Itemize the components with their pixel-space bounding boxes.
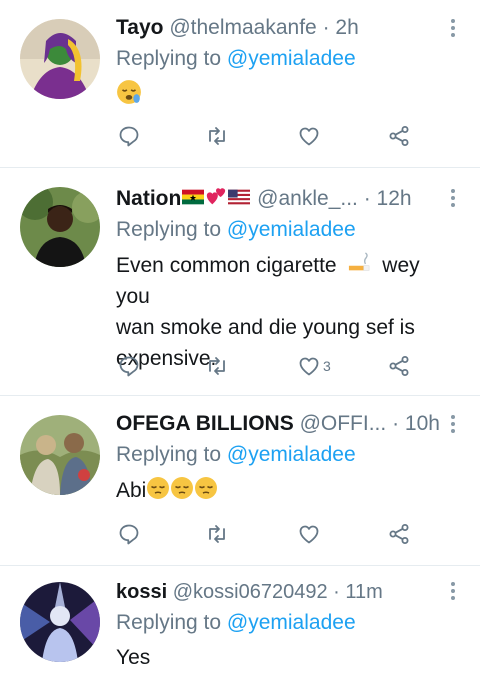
avatar[interactable]: [20, 187, 100, 267]
like-button[interactable]: 3: [297, 351, 331, 381]
pensive-face-emoji: [171, 477, 194, 499]
timestamp[interactable]: · 11m: [333, 581, 383, 603]
tweet-text: Abi: [116, 475, 456, 506]
retweet-button[interactable]: [205, 519, 229, 549]
retweet-icon: [209, 127, 225, 145]
mention-link[interactable]: @yemialadee: [227, 218, 356, 241]
reply-button[interactable]: [117, 351, 141, 381]
share-button[interactable]: [387, 121, 411, 151]
mention-link[interactable]: @yemialadee: [227, 611, 356, 634]
avatar[interactable]: [20, 415, 100, 495]
retweet-button[interactable]: [205, 351, 229, 381]
display-name[interactable]: kossi: [116, 581, 167, 603]
tweet-tayo[interactable]: Tayo @thelmaakanfe · 2h Replying to @yem…: [0, 0, 480, 168]
mention-link[interactable]: @yemialadee: [227, 443, 356, 466]
like-count: 3: [323, 358, 331, 374]
avatar[interactable]: [20, 582, 100, 662]
share-icon: [389, 356, 409, 376]
replying-to: Replying to @yemialadee: [116, 608, 356, 638]
ghana-flag-emoji: [182, 189, 205, 205]
user-handle[interactable]: @ankle_...: [257, 187, 358, 210]
cigarette-emoji: [349, 252, 370, 271]
tweet-text-value: Yes: [116, 646, 151, 669]
us-flag-emoji: [228, 189, 251, 205]
avatar-image: [20, 187, 100, 267]
tweet-actions: 3: [0, 351, 480, 381]
timestamp[interactable]: · 12h: [364, 187, 412, 210]
tweet-header: Tayo @thelmaakanfe · 2h: [116, 13, 460, 43]
tweet-header: OFEGA BILLIONS @OFFI... · 10h: [116, 409, 460, 439]
replying-to-label: Replying to: [116, 47, 227, 70]
avatar-image: [20, 19, 100, 99]
retweet-icon: [209, 357, 225, 375]
more-options-icon[interactable]: [448, 17, 458, 39]
pensive-face-emoji: [147, 477, 170, 499]
replying-to: Replying to @yemialadee: [116, 440, 356, 470]
replying-to-label: Replying to: [116, 218, 227, 241]
tweet-actions: [0, 519, 480, 549]
like-button[interactable]: [297, 121, 321, 151]
like-icon: [299, 357, 319, 376]
tweet-actions: [0, 121, 480, 151]
like-icon: [299, 127, 319, 146]
retweet-button[interactable]: [205, 121, 229, 151]
user-handle[interactable]: @kossi06720492: [173, 581, 328, 603]
reply-button[interactable]: [117, 121, 141, 151]
avatar-image: [20, 415, 100, 495]
tweet-nation[interactable]: Nation @ankle_... · 12h Replying to @yem…: [0, 167, 480, 396]
more-options-icon[interactable]: [448, 187, 458, 209]
display-name[interactable]: Tayo: [116, 16, 163, 39]
tweet-text: [116, 79, 456, 111]
reply-icon: [119, 524, 139, 545]
user-handle[interactable]: @thelmaakanfe: [169, 16, 316, 39]
user-handle[interactable]: @OFFI...: [300, 412, 387, 435]
like-icon: [299, 525, 319, 544]
tweet-kossi[interactable]: kossi @kossi06720492 · 11m Replying to @…: [0, 565, 480, 692]
display-name[interactable]: OFEGA BILLIONS: [116, 412, 294, 435]
share-button[interactable]: [387, 351, 411, 381]
tweet-text: Yes: [116, 642, 456, 673]
tweet-text-value: Abi: [116, 479, 147, 502]
share-icon: [389, 126, 409, 146]
name-emojis: [181, 187, 251, 210]
replying-to: Replying to @yemialadee: [116, 44, 356, 74]
share-button[interactable]: [387, 519, 411, 549]
display-name[interactable]: Nation: [116, 187, 181, 210]
retweet-icon: [209, 525, 225, 543]
tweet-ofega[interactable]: OFEGA BILLIONS @OFFI... · 10h Replying t…: [0, 395, 480, 566]
timestamp[interactable]: · 2h: [323, 16, 359, 39]
tweet-text-line1: Even common cigarette: [116, 254, 337, 277]
avatar-image: [20, 582, 100, 662]
more-options-icon[interactable]: [448, 580, 458, 602]
sleepy-face-emoji: [117, 80, 141, 104]
mention-link[interactable]: @yemialadee: [227, 47, 356, 70]
reply-icon: [119, 356, 139, 377]
pensive-face-emoji: [195, 477, 218, 499]
replying-to-label: Replying to: [116, 443, 227, 466]
replying-to: Replying to @yemialadee: [116, 215, 356, 245]
reply-button[interactable]: [117, 519, 141, 549]
reply-icon: [119, 126, 139, 147]
two-hearts-emoji: [207, 188, 226, 205]
timestamp[interactable]: · 10h: [392, 412, 440, 435]
tweet-header: kossi @kossi06720492 · 11m: [116, 577, 460, 607]
share-icon: [389, 524, 409, 544]
tweet-header: Nation @ankle_... · 12h: [116, 184, 460, 214]
like-button[interactable]: [297, 519, 321, 549]
replying-to-label: Replying to: [116, 611, 227, 634]
more-options-icon[interactable]: [448, 413, 458, 435]
avatar[interactable]: [20, 19, 100, 99]
